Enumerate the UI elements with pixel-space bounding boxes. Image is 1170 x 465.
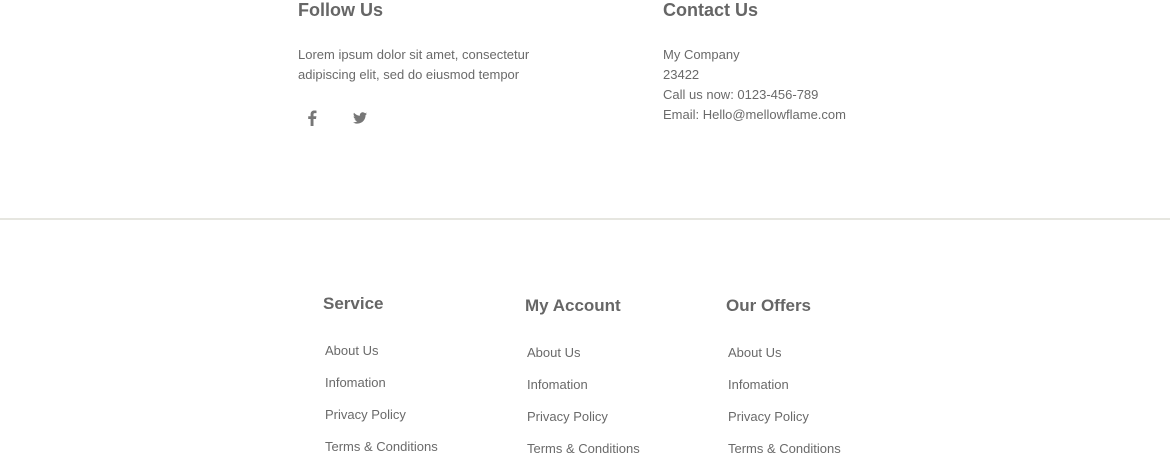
twitter-icon xyxy=(353,112,367,124)
contact-phone[interactable]: Call us now: 0123-456-789 xyxy=(663,85,846,105)
list-item[interactable]: Terms & Conditions xyxy=(325,431,438,463)
account-title: My Account xyxy=(525,296,621,315)
follow-us-text-line-1: Lorem ipsum dolor sit amet, consectetur xyxy=(298,47,530,62)
service-link-terms[interactable]: Terms & Conditions xyxy=(325,439,438,454)
footer-divider xyxy=(0,218,1170,220)
account-links: About Us Infomation Privacy Policy Terms… xyxy=(527,337,640,465)
contact-details: My Company 23422 Call us now: 0123-456-7… xyxy=(663,45,846,125)
account-link-about[interactable]: About Us xyxy=(527,345,580,360)
follow-us-title: Follow Us xyxy=(298,0,383,20)
list-item[interactable]: Privacy Policy xyxy=(325,399,438,431)
footer-column-account: My Account About Us Infomation Privacy P… xyxy=(525,296,640,465)
follow-us-section: Follow Us Lorem ipsum dolor sit amet, co… xyxy=(298,0,529,129)
list-item[interactable]: Infomation xyxy=(527,369,640,401)
offers-link-privacy[interactable]: Privacy Policy xyxy=(728,409,809,424)
facebook-link[interactable] xyxy=(301,107,323,129)
account-link-privacy[interactable]: Privacy Policy xyxy=(527,409,608,424)
facebook-icon xyxy=(308,110,317,126)
offers-link-terms[interactable]: Terms & Conditions xyxy=(728,441,841,456)
follow-us-description: Lorem ipsum dolor sit amet, consectetur … xyxy=(298,45,529,85)
contact-us-section: Contact Us My Company 23422 Call us now:… xyxy=(663,0,846,125)
service-title: Service xyxy=(323,294,384,313)
list-item[interactable]: About Us xyxy=(527,337,640,369)
contact-us-title: Contact Us xyxy=(663,0,759,20)
offers-links: About Us Infomation Privacy Policy Terms… xyxy=(728,337,841,465)
service-link-information[interactable]: Infomation xyxy=(325,375,386,390)
list-item[interactable]: About Us xyxy=(325,335,438,367)
social-links xyxy=(301,107,529,129)
contact-email[interactable]: Email: Hello@mellowflame.com xyxy=(663,105,846,125)
footer-column-service: Service About Us Infomation Privacy Poli… xyxy=(323,294,438,463)
footer-column-offers: Our Offers About Us Infomation Privacy P… xyxy=(726,296,841,465)
offers-link-information[interactable]: Infomation xyxy=(728,377,789,392)
contact-zip: 23422 xyxy=(663,67,700,82)
list-item[interactable]: Terms & Conditions xyxy=(527,433,640,465)
offers-title: Our Offers xyxy=(726,296,812,315)
list-item[interactable]: Infomation xyxy=(728,369,841,401)
service-link-privacy[interactable]: Privacy Policy xyxy=(325,407,406,422)
twitter-link[interactable] xyxy=(349,107,371,129)
account-link-terms[interactable]: Terms & Conditions xyxy=(527,441,640,456)
follow-us-text-line-2: adipiscing elit, sed do eiusmod tempor xyxy=(298,67,520,82)
list-item[interactable]: Privacy Policy xyxy=(728,401,841,433)
list-item[interactable]: Terms & Conditions xyxy=(728,433,841,465)
contact-company: My Company xyxy=(663,47,740,62)
service-links: About Us Infomation Privacy Policy Terms… xyxy=(325,335,438,463)
list-item[interactable]: Privacy Policy xyxy=(527,401,640,433)
list-item[interactable]: Infomation xyxy=(325,367,438,399)
service-link-about[interactable]: About Us xyxy=(325,343,378,358)
account-link-information[interactable]: Infomation xyxy=(527,377,588,392)
list-item[interactable]: About Us xyxy=(728,337,841,369)
offers-link-about[interactable]: About Us xyxy=(728,345,781,360)
